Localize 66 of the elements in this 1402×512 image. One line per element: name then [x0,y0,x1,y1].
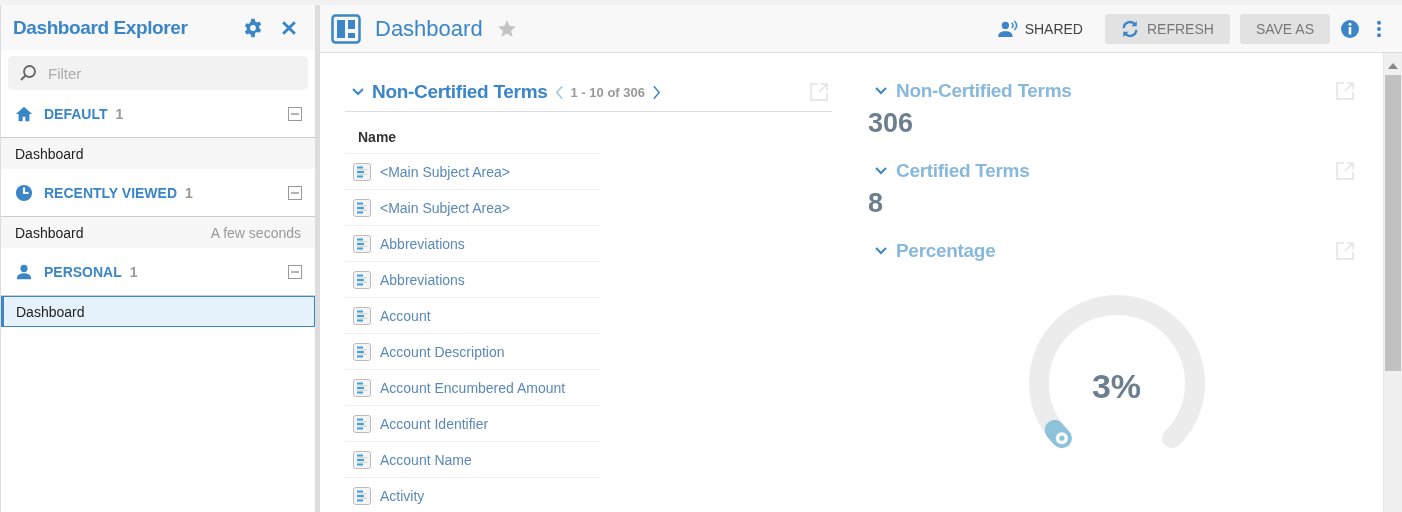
term-link[interactable]: Account Description [380,343,505,360]
panel-title: Dashboard Explorer [13,16,189,39]
person-sound-icon [997,19,1020,38]
gauge-reading: 3% [1091,367,1142,406]
document-icon [353,450,371,469]
chevron-down-icon[interactable] [351,87,365,97]
document-icon [353,306,371,325]
section-count: 1 [185,184,194,201]
widget-title: Certified Terms [896,160,1030,182]
column-header: Name [345,112,600,154]
chevron-down-icon[interactable] [874,166,888,176]
filter-field[interactable]: Filter [8,56,308,90]
document-icon [353,486,371,505]
collapse-icon[interactable] [288,185,302,200]
widget-title: Non-Certified Terms [372,81,548,103]
info-icon[interactable] [1340,18,1360,39]
metric-value: 8 [868,187,885,219]
chevron-left-icon[interactable] [554,84,564,100]
metric-value: 306 [868,107,915,139]
term-link[interactable]: Activity [380,487,425,504]
term-link[interactable]: Account [380,307,431,324]
term-link[interactable]: Abbreviations [380,235,465,252]
term-link[interactable]: Account Identifier [380,415,489,432]
toolbar-button[interactable]: REFRESH [1105,13,1230,44]
term-link[interactable]: Account Name [380,451,472,468]
settings-icon[interactable] [243,17,263,38]
collapse-icon[interactable] [288,106,302,121]
term-link[interactable]: <Main Subject Area> [380,163,510,180]
document-icon [353,270,371,289]
term-link[interactable]: Account Encumbered Amount [380,379,566,396]
chevron-down-icon[interactable] [874,246,888,256]
section-title: PERSONAL [44,263,122,280]
clock-icon [15,183,33,202]
sidebar-item[interactable]: Dashboard [1,296,315,327]
widget-title: Percentage [896,240,996,262]
document-icon [353,342,371,361]
shared-label: SHARED [1024,20,1083,37]
dashboard-icon [331,13,361,44]
toolbar-button[interactable]: SAVE AS [1239,13,1330,44]
refresh-icon [1121,19,1139,38]
gauge-fill [1044,419,1072,449]
term-link[interactable]: Abbreviations [380,271,465,288]
section-title: DEFAULT [44,105,108,122]
sidebar-item[interactable]: Dashboard [1,138,315,169]
document-icon [353,234,371,253]
dashboard-title: Dashboard [375,15,483,42]
widget-title: Non-Certified Terms [896,80,1072,102]
home-icon [15,104,33,123]
sidebar-item[interactable]: Dashboard A few seconds [1,217,315,248]
document-icon [353,414,371,433]
collapse-icon[interactable] [288,264,302,279]
page-range: 1 - 10 of 306 [570,84,645,100]
scroll-up-icon[interactable] [1388,63,1398,69]
section-count: 1 [129,263,139,280]
chevron-right-icon[interactable] [651,84,661,100]
section-title: RECENTLY VIEWED [44,184,178,201]
chevron-down-icon[interactable] [874,86,888,96]
term-link[interactable]: <Main Subject Area> [380,199,510,216]
document-icon [353,198,371,217]
document-icon [353,162,371,181]
person-icon [15,262,33,281]
section-count: 1 [115,105,125,122]
scrollbar-thumb[interactable] [1385,75,1401,371]
document-icon [353,378,371,397]
more-icon[interactable] [1376,19,1382,38]
star-icon[interactable] [496,18,517,39]
